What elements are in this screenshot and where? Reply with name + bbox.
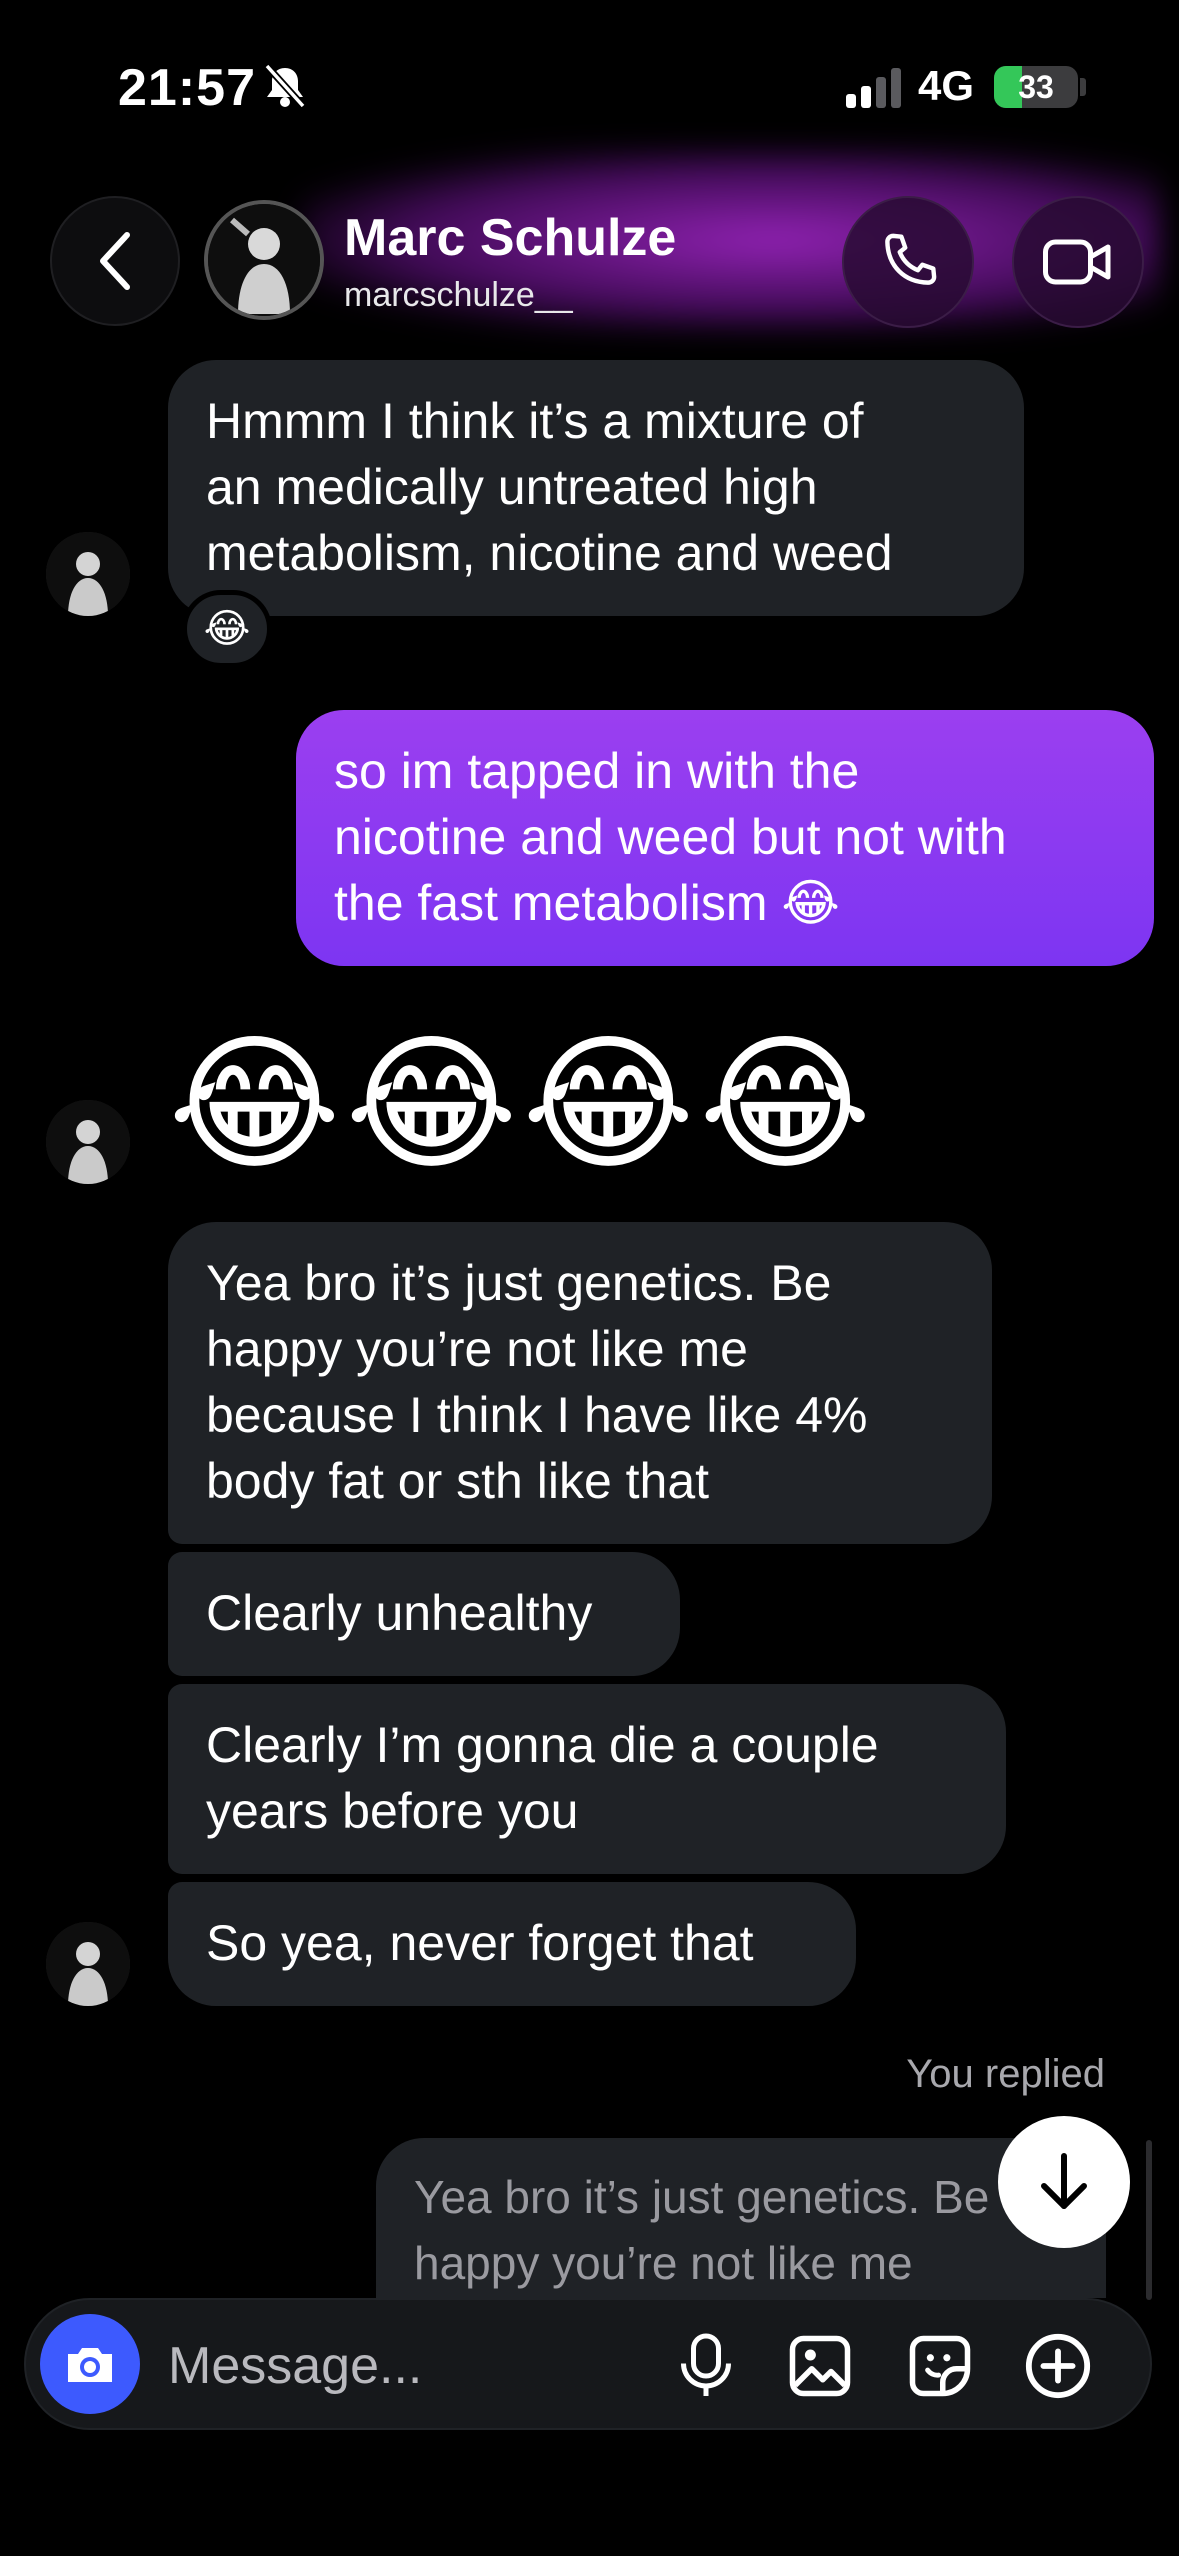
sticker-button[interactable] (898, 2324, 982, 2408)
gallery-button[interactable] (778, 2324, 862, 2408)
reply-label: You replied (906, 2052, 1105, 2096)
message-reaction[interactable]: 😂 (182, 590, 272, 668)
video-camera-icon (1043, 239, 1111, 285)
reply-bar (1146, 2140, 1152, 2300)
back-button[interactable] (50, 196, 180, 326)
battery-nub (1080, 78, 1086, 96)
emoji-message[interactable]: 😂😂😂😂 (168, 1020, 876, 1190)
profile-photo (46, 1100, 130, 1184)
quoted-reply-bubble[interactable]: Yea bro it’s just genetics. Be happy you… (376, 2138, 1106, 2298)
sticker-icon (909, 2335, 971, 2397)
avatar[interactable] (46, 1922, 130, 2006)
voice-message-button[interactable] (664, 2324, 748, 2408)
more-options-button[interactable] (1016, 2324, 1100, 2408)
incoming-message-bubble[interactable]: So yea, never forget that (168, 1882, 856, 2006)
video-call-button[interactable] (1012, 196, 1144, 328)
network-type: 4G (918, 62, 975, 109)
camera-button[interactable] (40, 2314, 140, 2414)
avatar[interactable] (46, 532, 130, 616)
profile-photo (46, 1922, 130, 2006)
status-time: 21:57 (118, 59, 256, 117)
voice-call-button[interactable] (842, 196, 974, 328)
avatar[interactable] (204, 200, 324, 320)
avatar[interactable] (46, 1100, 130, 1184)
incoming-message-bubble[interactable]: Yea bro it’s just genetics. Be happy you… (168, 1222, 992, 1544)
microphone-icon (681, 2333, 731, 2396)
battery-level: 33 (1018, 69, 1054, 105)
message-input[interactable] (168, 2324, 648, 2408)
incoming-message-bubble[interactable]: Clearly unhealthy (168, 1552, 680, 1676)
contact-handle[interactable]: marcschulze__ (344, 276, 573, 315)
plus-circle-icon (1025, 2333, 1091, 2399)
arrow-down-icon (1041, 2153, 1087, 2209)
scroll-to-bottom-button[interactable] (998, 2116, 1130, 2248)
contact-name[interactable]: Marc Schulze (344, 208, 676, 268)
bell-slash-icon (264, 63, 306, 109)
chevron-left-icon (100, 232, 130, 290)
image-icon (789, 2335, 851, 2397)
profile-photo (46, 532, 130, 616)
profile-photo (208, 204, 320, 316)
camera-icon (68, 2348, 112, 2382)
incoming-message-bubble[interactable]: Hmmm I think it’s a mixture of an medica… (168, 360, 1024, 616)
phone-icon (885, 233, 937, 285)
outgoing-message-bubble[interactable]: so im tapped in with the nicotine and we… (296, 710, 1154, 966)
incoming-message-bubble[interactable]: Clearly I’m gonna die a couple years bef… (168, 1684, 1006, 1874)
signal-icon (846, 68, 901, 108)
battery-charging-icon: 33 (994, 66, 1078, 108)
